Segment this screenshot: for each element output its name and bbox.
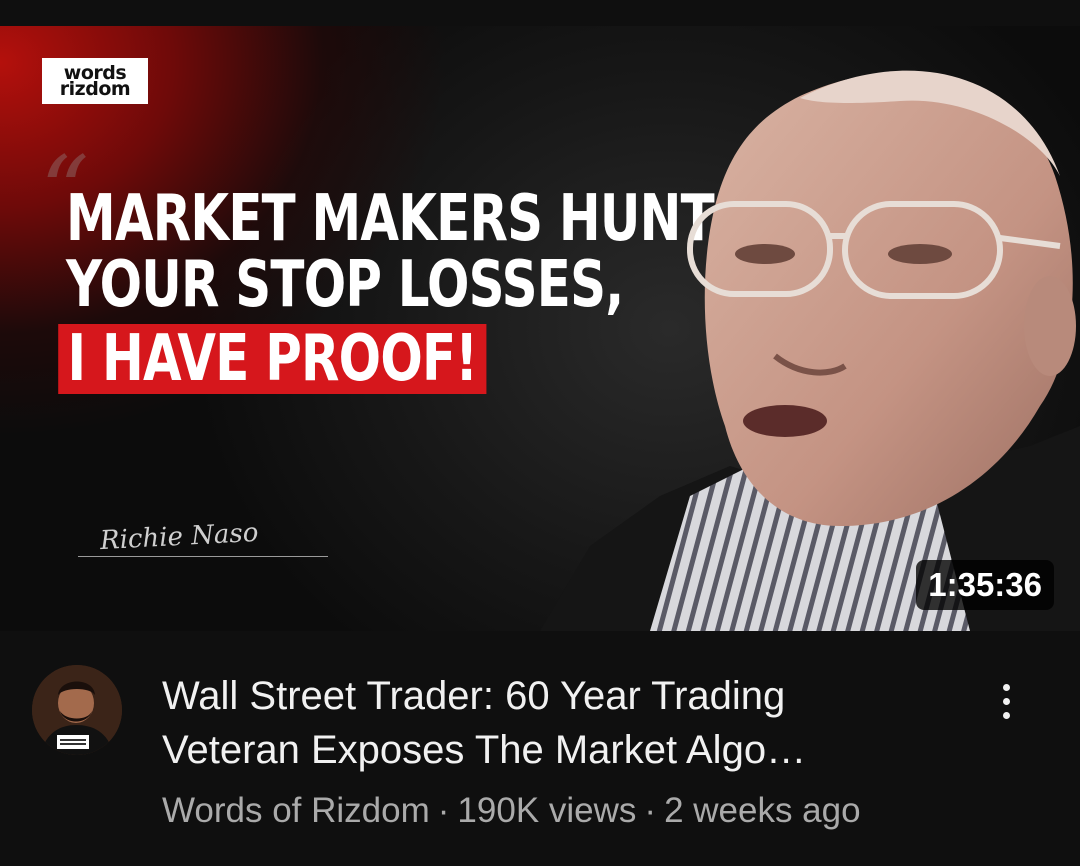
headline-line-3: I HAVE PROOF! <box>58 324 487 394</box>
channel-logo: words rizdom <box>42 58 148 104</box>
duration-badge: 1:35:36 <box>916 560 1054 610</box>
video-title[interactable]: Wall Street Trader: 60 Year Trading Vete… <box>162 669 962 777</box>
channel-name[interactable]: Words of Rizdom <box>162 791 430 830</box>
signature-underline <box>78 556 328 557</box>
separator: · <box>437 791 450 830</box>
video-subline: Words of Rizdom · 190K views · 2 weeks ago <box>162 791 861 831</box>
upload-age: 2 weeks ago <box>664 791 861 830</box>
avatar[interactable] <box>32 665 122 755</box>
video-thumbnail[interactable]: words rizdom “ ” MARKET MAKERS HUNT YOUR… <box>0 26 1080 631</box>
video-title-line-1: Wall Street Trader: 60 Year Trading <box>162 674 786 718</box>
separator: · <box>644 791 657 830</box>
signature: Richie Naso <box>99 517 260 557</box>
video-title-line-2: Veteran Exposes The Market Algo… <box>162 728 807 772</box>
video-metadata: Wall Street Trader: 60 Year Trading Vete… <box>0 631 1080 866</box>
video-card: words rizdom “ ” MARKET MAKERS HUNT YOUR… <box>0 0 1080 866</box>
more-vert-icon[interactable] <box>984 673 1028 729</box>
logo-line-2: rizdom <box>59 78 131 100</box>
avatar-image <box>32 665 122 755</box>
top-strip <box>0 0 1080 26</box>
view-count: 190K views <box>457 791 637 830</box>
person-portrait <box>540 70 1080 631</box>
